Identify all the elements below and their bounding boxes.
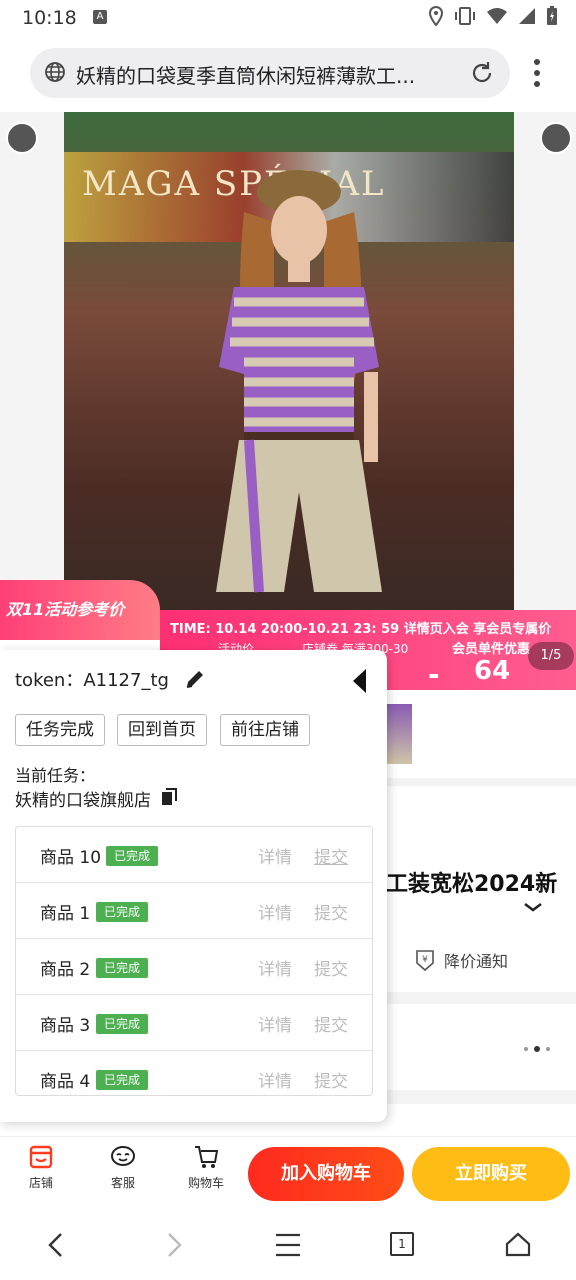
status-badge: 已完成 <box>96 902 149 922</box>
service-label: 客服 <box>110 1176 135 1190</box>
submit-link[interactable]: 提交 <box>314 955 348 980</box>
service-nav[interactable]: 客服 <box>93 1143 153 1191</box>
submit-link[interactable]: 提交 <box>314 899 348 924</box>
detail-link[interactable]: 详情 <box>258 843 292 868</box>
globe-icon <box>45 62 65 82</box>
task-panel: token：A1127_tg 任务完成 回到首页 前往店铺 当前任务： 妖精的口… <box>0 650 387 1122</box>
task-row: 商品 4 已完成 详情 提交 <box>16 1051 372 1095</box>
back-icon[interactable] <box>44 1232 68 1258</box>
promo-minus: - <box>428 658 440 691</box>
forward-icon[interactable] <box>162 1232 186 1258</box>
task-name: 商品 4 <box>40 1072 91 1092</box>
detail-link[interactable]: 详情 <box>258 899 292 924</box>
task-name: 商品 3 <box>40 1016 91 1036</box>
battery-icon <box>547 6 557 25</box>
price-drop-label: 降价通知 <box>444 952 509 971</box>
submit-link[interactable]: 提交 <box>314 843 348 868</box>
sku-thumbnail[interactable] <box>386 704 412 764</box>
token-value: A1127_tg <box>83 670 169 691</box>
cart-nav[interactable]: 购物车 <box>176 1143 236 1191</box>
location-icon <box>428 6 444 26</box>
task-complete-button[interactable]: 任务完成 <box>15 714 105 746</box>
price-drop-notify[interactable]: ¥ 降价通知 <box>414 948 508 972</box>
product-gallery[interactable]: MAGA SPÉCIAL <box>0 112 576 610</box>
shop-name: 妖精的口袋旗舰店 <box>15 791 151 811</box>
notification-a-icon: A <box>93 10 107 24</box>
promo-price: 64 <box>474 656 511 686</box>
more-menu-icon[interactable] <box>530 58 544 88</box>
task-name: 商品 1 <box>40 904 91 924</box>
model-figure <box>216 170 382 593</box>
submit-link[interactable]: 提交 <box>314 1067 348 1092</box>
promo-time: TIME: 10.14 20:00-10.21 23: 59 详情页入会 享会员… <box>170 622 552 637</box>
svg-text:¥: ¥ <box>422 955 428 965</box>
store-label: 店铺 <box>28 1176 53 1190</box>
reload-icon[interactable] <box>468 59 496 87</box>
task-row: 商品 3 已完成 详情 提交 <box>16 995 372 1051</box>
wifi-icon <box>487 8 507 24</box>
page-title: 妖精的口袋夏季直筒休闲短裤薄款工... <box>76 64 416 88</box>
copy-icon[interactable] <box>160 788 178 806</box>
vibrate-icon <box>455 7 475 25</box>
detail-link[interactable]: 详情 <box>258 1067 292 1092</box>
system-nav-bar: 1 <box>0 1212 576 1280</box>
token-label: token： <box>15 670 84 691</box>
go-to-store-button[interactable]: 前往店铺 <box>220 714 310 746</box>
task-row: 商品 2 已完成 详情 提交 <box>16 939 372 995</box>
more-overlay-button[interactable] <box>540 122 572 154</box>
tabs-button[interactable]: 1 <box>390 1232 414 1256</box>
submit-link[interactable]: 提交 <box>314 1011 348 1036</box>
back-home-button[interactable]: 回到首页 <box>117 714 207 746</box>
status-badge: 已完成 <box>96 1070 149 1090</box>
add-to-cart-button[interactable]: 加入购物车 <box>248 1147 404 1201</box>
divider <box>386 1090 576 1104</box>
image-pager: 1/5 <box>528 642 574 670</box>
current-task-label: 当前任务： <box>15 766 96 785</box>
status-badge: 已完成 <box>96 1014 149 1034</box>
shopping-cart-icon <box>195 1146 219 1168</box>
status-time: 10:18 <box>22 7 77 29</box>
home-icon[interactable] <box>504 1230 532 1258</box>
menu-icon[interactable] <box>274 1232 302 1258</box>
status-icons <box>428 6 558 26</box>
detail-link[interactable]: 详情 <box>258 955 292 980</box>
status-badge: 已完成 <box>106 846 159 866</box>
store-icon <box>29 1145 53 1169</box>
buy-now-button[interactable]: 立即购买 <box>412 1147 570 1201</box>
task-row: 商品 10 已完成 详情 提交 <box>16 827 372 883</box>
product-title: 工装宽松2024新 <box>386 872 558 897</box>
back-overlay-button[interactable] <box>6 122 38 154</box>
price-tag-icon: ¥ <box>416 950 434 972</box>
product-photo: MAGA SPÉCIAL <box>64 112 514 610</box>
divider <box>386 992 576 1004</box>
pagination-dots-icon <box>524 1046 550 1052</box>
store-nav[interactable]: 店铺 <box>11 1143 71 1191</box>
divider <box>386 778 576 786</box>
task-name: 商品 10 <box>40 848 102 868</box>
product-action-bar: 店铺 客服 购物车 加入购物车 立即购买 <box>0 1136 576 1212</box>
promo-tag-text: 双11活动参考价 <box>6 600 125 619</box>
signal-icon <box>519 8 535 24</box>
chevron-down-icon[interactable] <box>522 900 544 914</box>
edit-icon[interactable] <box>184 668 206 690</box>
customer-service-icon <box>111 1146 135 1166</box>
address-bar[interactable]: 妖精的口袋夏季直筒休闲短裤薄款工... <box>30 48 510 98</box>
detail-link[interactable]: 详情 <box>258 1011 292 1036</box>
promo-member-label: 会员单件优惠 <box>452 642 531 657</box>
task-row: 商品 1 已完成 详情 提交 <box>16 883 372 939</box>
cart-label: 购物车 <box>187 1176 224 1190</box>
token-display: token：A1127_tg <box>15 666 169 692</box>
task-list[interactable]: 商品 10 已完成 详情 提交 商品 1 已完成 详情 提交 商品 2 已完成 … <box>15 826 373 1096</box>
status-badge: 已完成 <box>96 958 149 978</box>
collapse-arrow-icon[interactable] <box>352 668 368 694</box>
status-bar: 10:18 A <box>0 0 576 36</box>
task-name: 商品 2 <box>40 960 91 980</box>
